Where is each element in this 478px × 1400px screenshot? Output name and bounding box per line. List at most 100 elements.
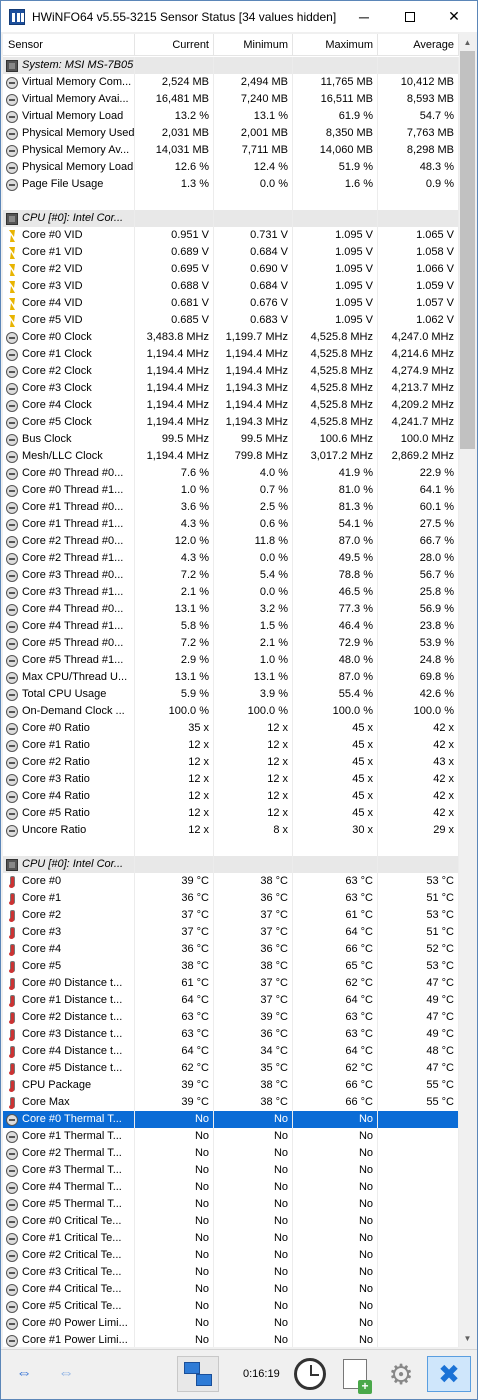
table-row[interactable]: Core #5 Distance t... 62 °C 35 °C 62 °C 47 °… xyxy=(3,1060,459,1077)
table-row[interactable]: Core #0 Thermal T... No No No xyxy=(3,1111,459,1128)
table-row[interactable]: Core #1 Clock 1,194.4 MHz 1,194.4 MHz 4,525… xyxy=(3,346,459,363)
settings-button[interactable]: ⚙ xyxy=(381,1356,421,1392)
table-row[interactable]: Core #4 Thermal T... No No No xyxy=(3,1179,459,1196)
table-row[interactable]: Core #3 Critical Te... No No No xyxy=(3,1264,459,1281)
table-row[interactable]: Core #3 37 °C 37 °C 64 °C 51 °C xyxy=(3,924,459,941)
table-row[interactable]: Core #5 Critical Te... No No No xyxy=(3,1298,459,1315)
table-row[interactable]: Virtual Memory Avai... 16,481 MB 7,240 MB 1… xyxy=(3,91,459,108)
sensor-group-row[interactable]: CPU [#0]: Intel Cor... xyxy=(3,856,459,873)
table-row[interactable]: Core #2 37 °C 37 °C 61 °C 53 °C xyxy=(3,907,459,924)
table-row[interactable]: Core #1 VID 0.689 V 0.684 V 1.095 V 1.058 V xyxy=(3,244,459,261)
sensor-group-row[interactable]: System: MSI MS-7B05 xyxy=(3,57,459,74)
table-row[interactable]: On-Demand Clock ... 100.0 % 100.0 % 100.0 %… xyxy=(3,703,459,720)
table-row[interactable]: Total CPU Usage 5.9 % 3.9 % 55.4 % 42.6 % xyxy=(3,686,459,703)
table-row[interactable]: Page File Usage 1.3 % 0.0 % 1.6 % 0.9 % xyxy=(3,176,459,193)
table-row[interactable]: Physical Memory Used 2,031 MB 2,001 MB 8,35… xyxy=(3,125,459,142)
title-bar[interactable]: HWiNFO64 v5.55-3215 Sensor Status [34 va… xyxy=(1,1,477,32)
table-row[interactable]: Core #2 VID 0.695 V 0.690 V 1.095 V 1.066 V xyxy=(3,261,459,278)
exit-button[interactable]: ✖ xyxy=(427,1356,471,1392)
sensor-table[interactable]: Sensor Current Minimum Maximum Average S… xyxy=(3,34,459,1347)
table-row[interactable]: Core #2 Clock 1,194.4 MHz 1,194.4 MHz 4,525… xyxy=(3,363,459,380)
table-row[interactable]: Core #5 Thermal T... No No No xyxy=(3,1196,459,1213)
table-row[interactable]: Core #0 Clock 3,483.8 MHz 1,199.7 MHz 4,525… xyxy=(3,329,459,346)
navigate-arrows-secondary-icon[interactable]: ⇔ xyxy=(47,1356,85,1392)
table-row[interactable]: Core #2 Critical Te... No No No xyxy=(3,1247,459,1264)
table-row[interactable]: Core #1 Thermal T... No No No xyxy=(3,1128,459,1145)
table-row[interactable]: Core #2 Thread #1... 4.3 % 0.0 % 49.5 % 28.0… xyxy=(3,550,459,567)
table-row[interactable]: Core #3 Distance t... 63 °C 36 °C 63 °C 49 °… xyxy=(3,1026,459,1043)
table-row[interactable]: Core #1 Distance t... 64 °C 37 °C 64 °C 49 °… xyxy=(3,992,459,1009)
table-row[interactable]: Core Max 39 °C 38 °C 66 °C 55 °C xyxy=(3,1094,459,1111)
table-row[interactable]: Core #5 38 °C 38 °C 65 °C 53 °C xyxy=(3,958,459,975)
minimize-button[interactable]: ─ xyxy=(341,1,387,32)
table-row[interactable]: Core #2 Ratio 12 x 12 x 45 x 43 x xyxy=(3,754,459,771)
add-report-button[interactable] xyxy=(337,1356,373,1394)
column-header-sensor[interactable]: Sensor xyxy=(3,34,135,56)
column-header-average[interactable]: Average xyxy=(378,34,459,56)
table-row[interactable]: Core #4 Ratio 12 x 12 x 45 x 42 x xyxy=(3,788,459,805)
table-row[interactable]: Core #2 Thermal T... No No No xyxy=(3,1145,459,1162)
scroll-down-arrow-icon[interactable]: ▼ xyxy=(459,1330,476,1347)
table-row[interactable]: Core #0 Critical Te... No No No xyxy=(3,1213,459,1230)
reset-timer-button[interactable] xyxy=(291,1356,329,1392)
sensor-label: Core #2 Distance t... xyxy=(22,1011,123,1023)
table-row[interactable]: Core #0 VID 0.951 V 0.731 V 1.095 V 1.065 V xyxy=(3,227,459,244)
table-row[interactable]: Core #4 VID 0.681 V 0.676 V 1.095 V 1.057 V xyxy=(3,295,459,312)
table-row[interactable]: Core #0 Thread #0... 7.6 % 4.0 % 41.9 % 22.9… xyxy=(3,465,459,482)
table-row[interactable]: Core #4 Thread #0... 13.1 % 3.2 % 77.3 % 56.… xyxy=(3,601,459,618)
table-row[interactable]: Core #4 36 °C 36 °C 66 °C 52 °C xyxy=(3,941,459,958)
table-row[interactable]: Core #0 Ratio 35 x 12 x 45 x 42 x xyxy=(3,720,459,737)
table-row[interactable]: Core #3 Thermal T... No No No xyxy=(3,1162,459,1179)
table-row[interactable]: Virtual Memory Load 13.2 % 13.1 % 61.9 % 54.… xyxy=(3,108,459,125)
table-row[interactable]: Core #5 Thread #1... 2.9 % 1.0 % 48.0 % 24.8… xyxy=(3,652,459,669)
table-row[interactable]: Core #3 VID 0.688 V 0.684 V 1.095 V 1.059 V xyxy=(3,278,459,295)
table-row[interactable]: Core #3 Clock 1,194.4 MHz 1,194.3 MHz 4,525… xyxy=(3,380,459,397)
sensor-group-row[interactable]: CPU [#0]: Intel Cor... xyxy=(3,210,459,227)
table-row[interactable]: Core #5 VID 0.685 V 0.683 V 1.095 V 1.062 V xyxy=(3,312,459,329)
table-row[interactable]: Core #1 Thread #1... 4.3 % 0.6 % 54.1 % 27.5… xyxy=(3,516,459,533)
scroll-up-arrow-icon[interactable]: ▲ xyxy=(459,34,476,51)
table-row[interactable]: Core #0 Power Limi... No No No xyxy=(3,1315,459,1332)
table-row[interactable]: Core #5 Clock 1,194.4 MHz 1,194.3 MHz 4,525… xyxy=(3,414,459,431)
table-row[interactable]: Core #3 Thread #0... 7.2 % 5.4 % 78.8 % 56.7… xyxy=(3,567,459,584)
table-row[interactable]: Bus Clock 99.5 MHz 99.5 MHz 100.6 MHz 100.0 … xyxy=(3,431,459,448)
table-row[interactable]: Core #4 Critical Te... No No No xyxy=(3,1281,459,1298)
table-row[interactable]: Core #4 Distance t... 64 °C 34 °C 64 °C 48 °… xyxy=(3,1043,459,1060)
scroll-thumb[interactable] xyxy=(460,51,475,449)
table-row[interactable]: Core #5 Thread #0... 7.2 % 2.1 % 72.9 % 53.9… xyxy=(3,635,459,652)
table-row[interactable]: Core #1 Critical Te... No No No xyxy=(3,1230,459,1247)
table-row[interactable]: Core #3 Thread #1... 2.1 % 0.0 % 46.5 % 25.8… xyxy=(3,584,459,601)
current-value: 1,194.4 MHz xyxy=(135,414,214,431)
table-row[interactable]: Max CPU/Thread U... 13.1 % 13.1 % 87.0 % 69.… xyxy=(3,669,459,686)
table-row[interactable]: Core #0 39 °C 38 °C 63 °C 53 °C xyxy=(3,873,459,890)
column-header-minimum[interactable]: Minimum xyxy=(214,34,293,56)
minimum-value: 0.731 V xyxy=(214,227,293,244)
table-row[interactable]: Mesh/LLC Clock 1,194.4 MHz 799.8 MHz 3,017.… xyxy=(3,448,459,465)
table-row[interactable]: Core #1 Thread #0... 3.6 % 2.5 % 81.3 % 60.1… xyxy=(3,499,459,516)
table-row[interactable]: Core #5 Ratio 12 x 12 x 45 x 42 x xyxy=(3,805,459,822)
table-row[interactable]: Physical Memory Av... 14,031 MB 7,711 MB 14… xyxy=(3,142,459,159)
network-logging-button[interactable] xyxy=(177,1356,219,1392)
table-row[interactable]: Virtual Memory Com... 2,524 MB 2,494 MB 11,… xyxy=(3,74,459,91)
table-row[interactable]: Core #1 Power Limi... No No No xyxy=(3,1332,459,1347)
table-row[interactable]: Core #0 Distance t... 61 °C 37 °C 62 °C 47 °… xyxy=(3,975,459,992)
table-row[interactable]: Core #1 36 °C 36 °C 63 °C 51 °C xyxy=(3,890,459,907)
close-button[interactable]: ✕ xyxy=(431,1,477,32)
table-row[interactable]: CPU Package 39 °C 38 °C 66 °C 55 °C xyxy=(3,1077,459,1094)
column-header-current[interactable]: Current xyxy=(135,34,214,56)
table-row[interactable]: Physical Memory Load 12.6 % 12.4 % 51.9 % 48… xyxy=(3,159,459,176)
table-row[interactable]: Core #4 Thread #1... 5.8 % 1.5 % 46.4 % 23.8… xyxy=(3,618,459,635)
maximize-button[interactable] xyxy=(387,1,433,32)
table-row[interactable]: Uncore Ratio 12 x8 x 30 x 29 x xyxy=(3,822,459,839)
table-row[interactable]: Core #3 Ratio 12 x 12 x 45 x 42 x xyxy=(3,771,459,788)
table-row[interactable]: Core #1 Ratio 12 x 12 x 45 x 42 x xyxy=(3,737,459,754)
vertical-scrollbar[interactable]: ▲ ▼ xyxy=(459,34,476,1347)
navigate-arrows-icon[interactable]: ⇔ xyxy=(5,1356,43,1392)
table-row[interactable]: Core #2 Distance t... 63 °C 39 °C 63 °C 47 °… xyxy=(3,1009,459,1026)
clock-icon xyxy=(6,705,18,718)
table-row[interactable]: Core #0 Thread #1... 1.0 % 0.7 % 81.0 % 64.1… xyxy=(3,482,459,499)
table-row[interactable]: Core #2 Thread #0... 12.0 % 11.8 % 87.0 % 66… xyxy=(3,533,459,550)
table-row[interactable]: Core #4 Clock 1,194.4 MHz 1,194.4 MHz 4,525… xyxy=(3,397,459,414)
clock-icon xyxy=(6,467,18,480)
column-header-maximum[interactable]: Maximum xyxy=(293,34,378,56)
